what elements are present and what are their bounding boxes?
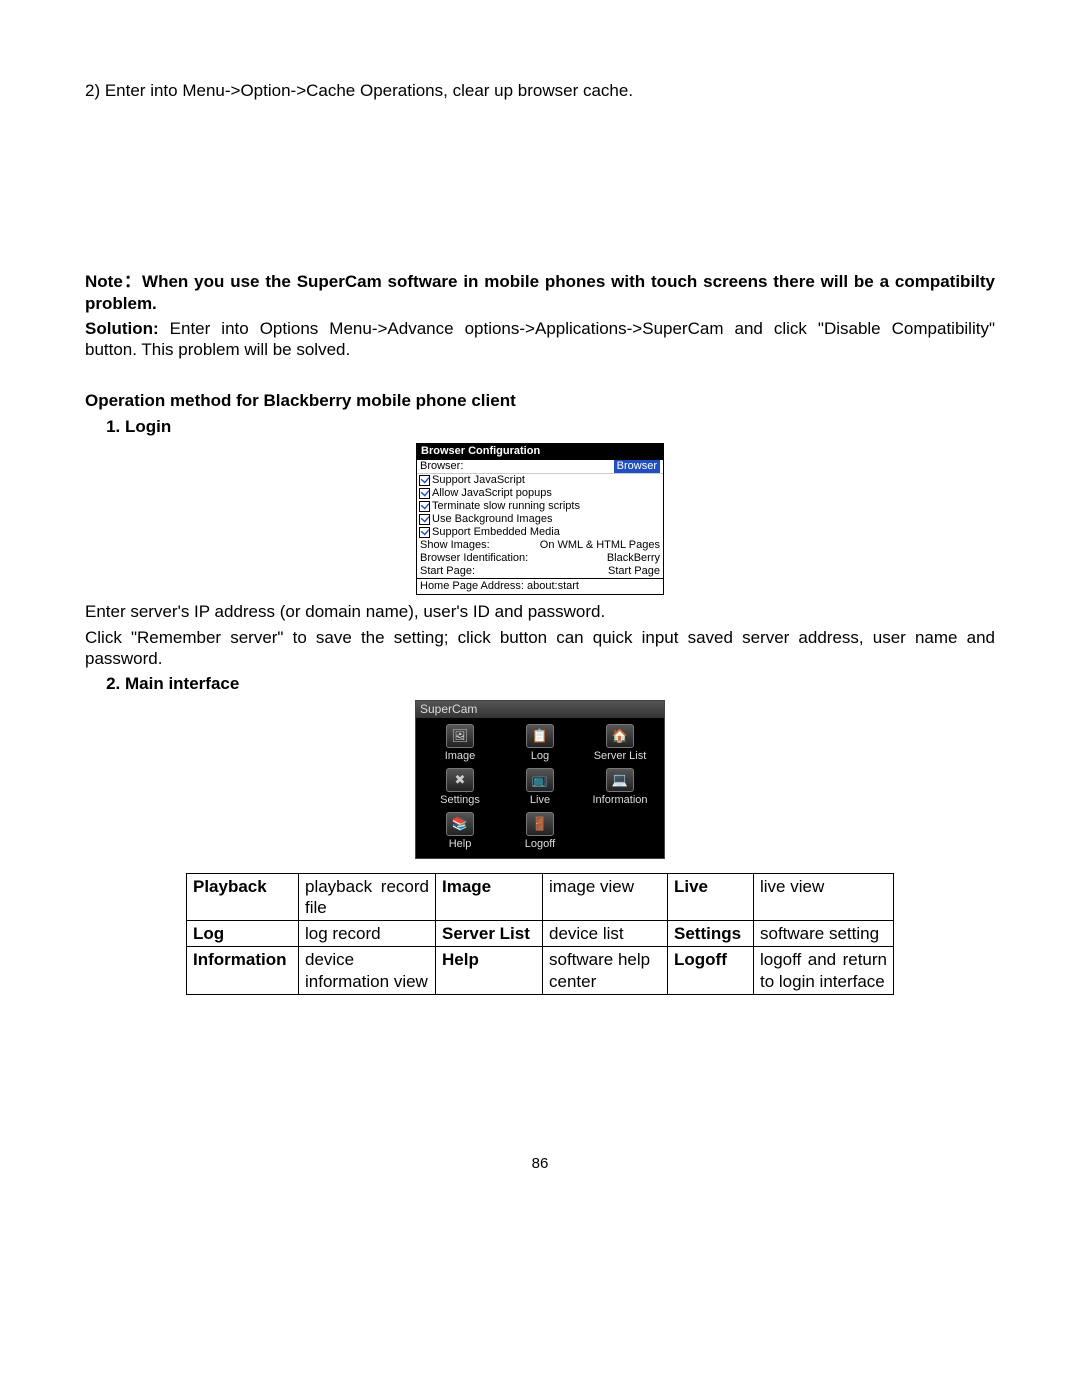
log-icon: 📋 [526,724,554,748]
note-label: Note： [85,272,142,291]
bb-id-label: Browser Identification: [420,552,528,565]
login-desc-1: Enter server's IP address (or domain nam… [85,601,995,622]
th-log: Log [187,921,299,947]
bb-chk3: Terminate slow running scripts [432,500,580,513]
td-image: image view [543,873,668,921]
sc-title: SuperCam [416,701,664,718]
bb-browser-label: Browser: [420,460,463,473]
solution-text: Enter into Options Menu->Advance options… [85,319,995,359]
th-help: Help [436,947,543,995]
table-row: Information device information view Help… [187,947,894,995]
th-image: Image [436,873,543,921]
bb-home: Home Page Address: about:start [417,578,663,595]
logoff-icon: 🚪 [526,812,554,836]
bb-show-label: Show Images: [420,539,490,552]
sc-item-serverlist: 🏠 Server List [580,724,660,764]
bb-start-value: Start Page [608,565,660,578]
sc-label-live: Live [530,794,550,808]
serverlist-icon: 🏠 [606,724,634,748]
th-serverlist: Server List [436,921,543,947]
th-live: Live [668,873,754,921]
td-settings: software setting [754,921,894,947]
sc-label-logoff: Logoff [525,838,555,852]
td-logoff: logoff and return to login interface [754,947,894,995]
intro-line: 2) Enter into Menu->Option->Cache Operat… [85,80,995,101]
bb-chk4: Use Background Images [432,513,552,526]
td-serverlist: device list [543,921,668,947]
sc-label-information: Information [592,794,647,808]
bb-start-label: Start Page: [420,565,475,578]
checkbox-icon [419,475,430,486]
sc-item-help: 📚 Help [420,812,500,852]
th-information: Information [187,947,299,995]
bb-title: Browser Configuration [417,444,663,460]
td-information: device information view [299,947,436,995]
sc-item-image: 🖼 Image [420,724,500,764]
sc-item-logoff: 🚪 Logoff [500,812,580,852]
sc-item-settings: ✖ Settings [420,768,500,808]
td-help: software help center [543,947,668,995]
checkbox-icon [419,527,430,538]
bb-chk1: Support JavaScript [432,474,525,487]
bb-chk5: Support Embedded Media [432,526,560,539]
table-row: Log log record Server List device list S… [187,921,894,947]
sc-label-serverlist: Server List [594,750,647,764]
th-logoff: Logoff [668,947,754,995]
login-desc-2: Click "Remember server" to save the sett… [85,627,995,670]
td-live: live view [754,873,894,921]
live-icon: 📺 [526,768,554,792]
checkbox-icon [419,514,430,525]
sc-item-live: 📺 Live [500,768,580,808]
main-interface-heading: Main interface [125,673,995,694]
sc-label-image: Image [445,750,476,764]
supercam-screenshot: SuperCam 🖼 Image 📋 Log 🏠 Server List ✖ Setti… [415,700,665,858]
solution-paragraph: Solution: Enter into Options Menu->Advan… [85,318,995,361]
page-number: 86 [85,1155,995,1174]
help-icon: 📚 [446,812,474,836]
th-playback: Playback [187,873,299,921]
table-row: Playback playback record file Image imag… [187,873,894,921]
note-text: When you use the SuperCam software in mo… [85,272,995,312]
checkbox-icon [419,501,430,512]
note-paragraph: Note：When you use the SuperCam software … [85,271,995,314]
sc-item-information: 💻 Information [580,768,660,808]
information-icon: 💻 [606,768,634,792]
sc-label-help: Help [449,838,472,852]
operation-heading: Operation method for Blackberry mobile p… [85,390,995,411]
bb-browser-value: Browser [614,460,660,473]
td-log: log record [299,921,436,947]
bb-chk2: Allow JavaScript popups [432,487,552,500]
sc-item-log: 📋 Log [500,724,580,764]
sc-grid: 🖼 Image 📋 Log 🏠 Server List ✖ Settings 📺 Live… [416,718,664,857]
sc-label-log: Log [531,750,549,764]
td-playback: playback record file [299,873,436,921]
th-settings: Settings [668,921,754,947]
bb-show-value: On WML & HTML Pages [540,539,660,552]
checkbox-icon [419,488,430,499]
bb-id-value: BlackBerry [607,552,660,565]
settings-icon: ✖ [446,768,474,792]
sc-label-settings: Settings [440,794,480,808]
solution-label: Solution: [85,319,159,338]
browser-config-screenshot: Browser Configuration Browser: Browser S… [416,443,664,596]
image-icon: 🖼 [446,724,474,748]
main-interface-table: Playback playback record file Image imag… [186,873,894,995]
login-heading: Login [125,416,995,437]
